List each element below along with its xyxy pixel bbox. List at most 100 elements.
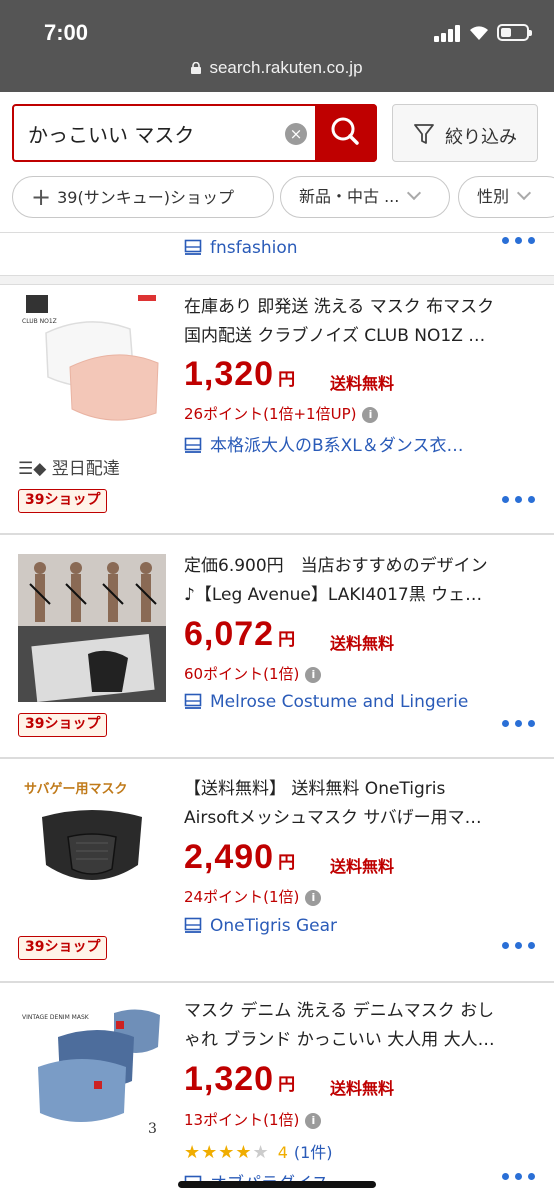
price-value: 1,320	[184, 1060, 275, 1098]
points-label: 13ポイント(1倍) i	[184, 1109, 322, 1130]
title-line: 【送料無料】 送料無料 OneTigris	[184, 779, 446, 799]
shop-link[interactable]: 本格派大人のB系XL＆ダンス衣…	[184, 431, 463, 456]
shop-name: Melrose Costume and Lingerie	[210, 692, 469, 712]
clock: 7:00	[44, 20, 89, 45]
yen-label: 円	[278, 370, 297, 389]
title-line: 国内配送 クラブノイズ CLUB NO1Z …	[184, 326, 486, 346]
title-line: マスク デニム 洗える デニムマスク おし	[184, 1001, 495, 1021]
info-icon[interactable]: i	[305, 890, 322, 906]
product-title[interactable]: 【送料無料】 送料無料 OneTigris Airsoftメッシュマスク サバげ…	[184, 775, 534, 835]
delivery-box-icon: ☰◆	[18, 459, 47, 479]
title-line: ゃれ ブランド かっこいい 大人用 大人…	[184, 1030, 495, 1050]
mask-image: CLUB NO1Z	[18, 289, 166, 437]
free-shipping-label: 送料無料	[330, 634, 395, 653]
more-options-button[interactable]	[502, 237, 536, 247]
filter-chips: +39(サンキュー)ショップ 新品・中古 ... 性別	[0, 176, 554, 220]
yen-label: 円	[278, 853, 297, 872]
search-box: ×	[12, 104, 377, 162]
home-indicator[interactable]	[178, 1181, 376, 1188]
free-shipping-label: 送料無料	[330, 857, 395, 876]
divider	[0, 275, 554, 285]
more-options-button[interactable]	[502, 720, 536, 730]
product-image[interactable]: CLUB NO1Z	[18, 289, 166, 437]
product-image[interactable]: VINTAGE DENIM MASK 3	[18, 997, 166, 1145]
star-empty-icon: ★	[252, 1142, 270, 1163]
filter-label: 絞り込み	[445, 127, 517, 148]
shop-name: fnsfashion	[210, 238, 298, 258]
product-title[interactable]: 定価6.900円 当店おすすめのデザイン ♪【Leg Avenue】LAKI40…	[184, 552, 534, 612]
more-options-button[interactable]	[502, 1173, 536, 1183]
info-icon[interactable]: i	[305, 667, 322, 683]
chip-label: 新品・中古 ...	[299, 187, 400, 206]
product-card[interactable]: サバゲー用マスク 39ショップ 【送料無料】 送料無料 OneTigris Ai…	[0, 759, 554, 981]
yen-label: 円	[278, 1075, 297, 1094]
price-value: 2,490	[184, 838, 275, 876]
39-shop-badge: 39ショップ	[18, 489, 108, 513]
price: 6,072 円	[184, 615, 296, 654]
price: 1,320 円	[184, 1060, 296, 1099]
points-text: 26ポイント(1倍+1倍UP)	[184, 405, 357, 423]
store-icon	[184, 693, 202, 709]
title-line: Airsoftメッシュマスク サバげー用マ…	[184, 808, 482, 828]
info-icon[interactable]: i	[305, 1113, 322, 1129]
shop-name: OneTigris Gear	[210, 916, 338, 936]
title-line: 在庫あり 即発送 洗える マスク 布マスク	[184, 297, 495, 317]
wifi-icon	[470, 26, 488, 40]
rating-stars[interactable]: ★★★★★ 4 (1件)	[184, 1139, 333, 1163]
more-options-button[interactable]	[502, 942, 536, 952]
chip-label: 性別	[477, 187, 510, 206]
chevron-down-icon	[407, 185, 422, 201]
denim-mask-image: VINTAGE DENIM MASK 3	[18, 997, 166, 1145]
status-bar: 7:00 search.rakuten.co.jp	[0, 0, 554, 92]
airsoft-mask-image: サバゲー用マスク	[18, 773, 166, 921]
star-icon: ★★★★	[184, 1142, 253, 1163]
costume-image	[18, 554, 166, 703]
chip-gender[interactable]: 性別	[458, 176, 554, 218]
shop-name: 本格派大人のB系XL＆ダンス衣…	[210, 436, 464, 456]
search-button[interactable]	[315, 104, 377, 162]
delivery-text: 翌日配達	[51, 459, 120, 479]
cellular-signal-icon	[434, 24, 460, 42]
points-label: 24ポイント(1倍) i	[184, 886, 322, 907]
store-icon	[184, 437, 202, 453]
review-count-link[interactable]: (1件)	[294, 1143, 333, 1162]
product-image[interactable]	[18, 554, 166, 703]
product-card[interactable]: 39ショップ 定価6.900円 当店おすすめのデザイン ♪【Leg Avenue…	[0, 535, 554, 757]
svg-text:CLUB NO1Z: CLUB NO1Z	[22, 318, 57, 325]
store-icon	[184, 239, 202, 255]
filter-button[interactable]: 絞り込み	[392, 104, 538, 162]
search-icon	[331, 117, 359, 145]
points-text: 24ポイント(1倍)	[184, 888, 300, 906]
price: 1,320 円	[184, 355, 296, 394]
chevron-down-icon	[516, 185, 532, 201]
price-value: 1,320	[184, 355, 275, 393]
divider	[0, 232, 554, 233]
title-line: ♪【Leg Avenue】LAKI4017黒 ウェ…	[184, 585, 483, 605]
points-label: 60ポイント(1倍) i	[184, 663, 322, 684]
lock-icon	[191, 59, 202, 74]
address-bar[interactable]: search.rakuten.co.jp	[0, 58, 554, 78]
price: 2,490 円	[184, 838, 296, 877]
next-day-delivery-label: ☰◆ 翌日配達	[18, 454, 120, 479]
points-text: 60ポイント(1倍)	[184, 665, 300, 683]
battery-icon	[497, 24, 532, 41]
store-icon	[184, 917, 202, 933]
product-image[interactable]: サバゲー用マスク	[18, 773, 166, 921]
product-card[interactable]: VINTAGE DENIM MASK 3 マスク デニム 洗える デニムマスク …	[0, 983, 554, 1200]
product-title[interactable]: マスク デニム 洗える デニムマスク おし ゃれ ブランド かっこいい 大人用 …	[184, 997, 534, 1057]
info-icon[interactable]: i	[362, 407, 379, 423]
clear-search-button[interactable]: ×	[285, 123, 307, 145]
shop-link[interactable]: fnsfashion	[184, 238, 298, 258]
chip-39-shop[interactable]: +39(サンキュー)ショップ	[12, 176, 274, 218]
product-card[interactable]: CLUB NO1Z ☰◆ 翌日配達 39ショップ 在庫あり 即発送 洗える マス…	[0, 285, 554, 533]
search-input[interactable]	[28, 118, 283, 148]
shop-link[interactable]: Melrose Costume and Lingerie	[184, 692, 468, 712]
product-title[interactable]: 在庫あり 即発送 洗える マスク 布マスク 国内配送 クラブノイズ CLUB N…	[184, 293, 534, 353]
filter-icon	[414, 124, 434, 144]
yen-label: 円	[278, 630, 297, 649]
shop-link[interactable]: OneTigris Gear	[184, 916, 337, 936]
points-text: 13ポイント(1倍)	[184, 1111, 300, 1129]
more-options-button[interactable]	[502, 496, 536, 506]
url-text: search.rakuten.co.jp	[209, 58, 363, 77]
chip-condition[interactable]: 新品・中古 ...	[280, 176, 450, 218]
